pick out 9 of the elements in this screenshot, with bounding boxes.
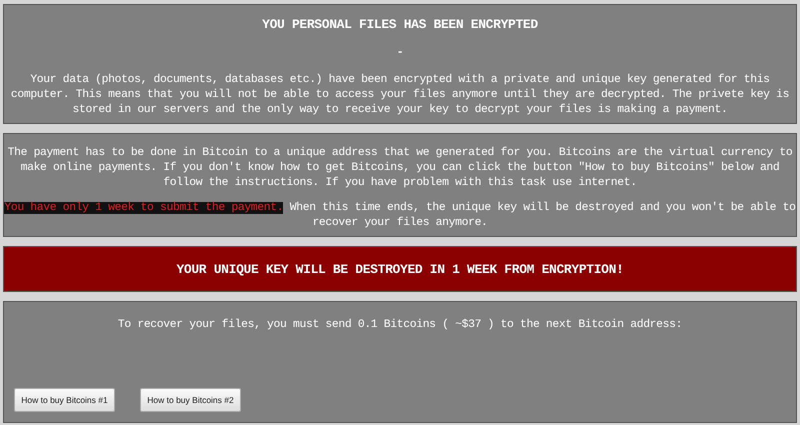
recovery-instruction: To recover your files, you must send 0.1 Bitcoins ( ~$37 ) to the next Bitcoin address: (118, 319, 682, 331)
warning-banner: YOUR UNIQUE KEY WILL BE DESTROYED IN 1 WEEK FROM ENCRYPTION! (3, 246, 797, 292)
deadline-message: You have only 1 week to submit the payment. When this time ends, the unique key will be destroyed and you won't be able to recover your files anymore. (4, 201, 796, 231)
buy-bitcoins-button[interactable]: How to buy Bitcoins #2 (140, 388, 241, 412)
payment-message: The payment has to be done in Bitcoin to a unique address that we generated for you. Bitcoins are the virtual currency to make online payments. If you don't know how to get Bitcoins, you can click the button "How to buy Bitcoins" below and follow the instructions. If you have problem with this task use internet. (6, 146, 794, 191)
separator-text: - (396, 46, 404, 61)
buy-bitcoins-button[interactable]: How to buy Bitcoins #1 (14, 388, 115, 412)
header-title: YOU PERSONAL FILES HAS BEEN ENCRYPTED (261, 17, 539, 32)
encryption-message: Your data (photos, documents, databases etc.) have been encrypted with a private and unique key generated for this computer. This means that you will not be able to access your files anymore until they are decrypted. The privete key is stored in our servers and the only way to receive your key to decrypt your files is making a payment. (10, 73, 790, 118)
